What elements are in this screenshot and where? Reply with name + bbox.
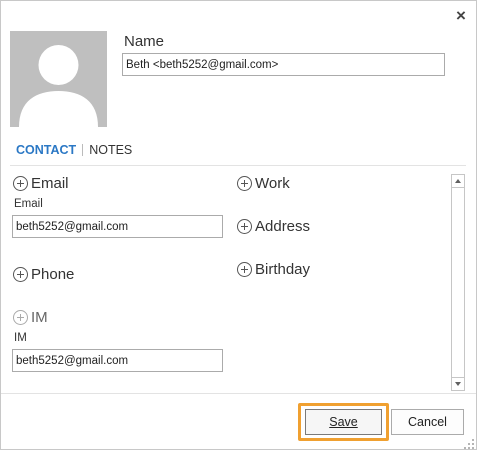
address-header-label: Address <box>255 218 311 235</box>
plus-circle-icon <box>13 267 28 282</box>
name-label: Name <box>124 33 165 50</box>
work-header-label: Work <box>255 175 290 192</box>
add-phone-button[interactable]: Phone <box>13 266 74 283</box>
add-birthday-button[interactable]: Birthday <box>237 261 310 278</box>
im-label: IM <box>14 332 27 344</box>
save-button-label: Save <box>329 415 358 429</box>
tab-bar: CONTACT NOTES <box>16 143 132 157</box>
scroll-down-arrow-icon[interactable] <box>452 377 464 390</box>
plus-circle-icon <box>13 310 28 325</box>
save-button[interactable]: Save <box>305 409 382 435</box>
plus-circle-icon <box>237 219 252 234</box>
tab-separator <box>82 144 84 156</box>
email-header-label: Email <box>31 175 69 192</box>
add-address-button[interactable]: Address <box>237 218 310 235</box>
avatar[interactable] <box>10 31 107 127</box>
scroll-up-arrow-icon[interactable] <box>452 175 464 188</box>
add-work-button[interactable]: Work <box>237 175 290 192</box>
resize-grip-icon[interactable] <box>464 439 474 449</box>
tab-notes[interactable]: NOTES <box>89 143 132 157</box>
add-email-button[interactable]: Email <box>13 175 69 192</box>
close-icon[interactable]: × <box>450 6 472 26</box>
scrollbar-thumb[interactable] <box>452 189 464 376</box>
plus-circle-icon <box>237 262 252 277</box>
email-field[interactable] <box>12 215 223 238</box>
name-field[interactable] <box>122 53 445 76</box>
plus-circle-icon <box>13 176 28 191</box>
add-im-button[interactable]: IM <box>13 309 48 326</box>
contact-dialog: × Name CONTACT NOTES Email Email Phone I… <box>0 0 477 450</box>
person-silhouette-icon <box>10 31 107 127</box>
im-field[interactable] <box>12 349 223 372</box>
email-label: Email <box>14 198 43 210</box>
phone-header-label: Phone <box>31 266 75 283</box>
footer-divider <box>1 393 476 394</box>
birthday-header-label: Birthday <box>255 261 311 278</box>
cancel-button[interactable]: Cancel <box>391 409 464 435</box>
vertical-scrollbar[interactable] <box>451 174 465 391</box>
plus-circle-icon <box>237 176 252 191</box>
im-header-label: IM <box>31 309 48 326</box>
tab-divider <box>10 165 466 166</box>
tab-contact[interactable]: CONTACT <box>16 143 76 157</box>
